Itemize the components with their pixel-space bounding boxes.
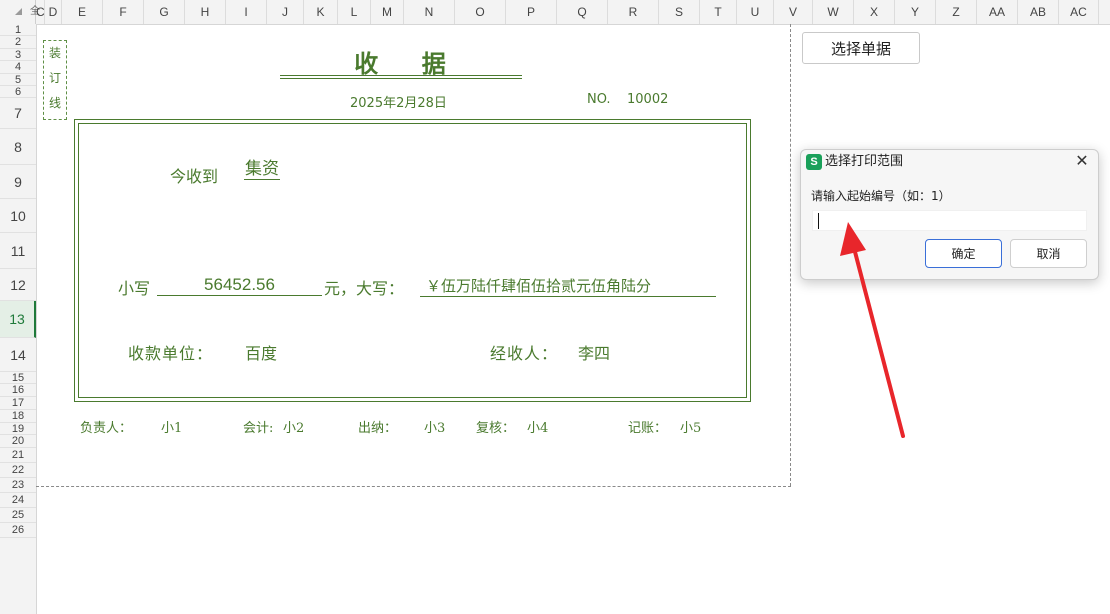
column-header-cell[interactable]: Y — [895, 0, 936, 24]
row-header-cell[interactable]: 9 — [0, 165, 36, 199]
binding-line-box: 装 订 线 — [43, 40, 67, 120]
amount-small-label: 小写 — [118, 279, 151, 298]
column-header-cell[interactable]: U — [737, 0, 774, 24]
receipt-no-label: NO. — [587, 92, 611, 107]
row-header-cell[interactable]: 23 — [0, 478, 36, 493]
row-header-cell[interactable]: 20 — [0, 435, 36, 448]
row-header-cell[interactable]: 19 — [0, 423, 36, 435]
row-header-cell[interactable]: 26 — [0, 523, 36, 538]
row-header-cell[interactable]: 11 — [0, 233, 36, 269]
column-header-cell[interactable]: W — [813, 0, 854, 24]
column-header-cell[interactable]: AA — [977, 0, 1018, 24]
received-from-label: 今收到 — [170, 167, 219, 186]
row-header-cell[interactable]: 5 — [0, 74, 36, 86]
column-header-cell[interactable]: L — [338, 0, 371, 24]
row-header-cell[interactable]: 2 — [0, 36, 36, 49]
row-header-cell[interactable]: 15 — [0, 372, 36, 384]
sig-accountant-label: 会计: — [243, 421, 274, 436]
page-break-horizontal — [36, 486, 791, 487]
row-header-cell[interactable]: 4 — [0, 61, 36, 74]
row-header-cell[interactable]: 7 — [0, 98, 36, 129]
column-header-cell[interactable]: I — [226, 0, 267, 24]
sig-responsible-label: 负责人： — [80, 421, 133, 436]
column-header-cell[interactable]: G — [144, 0, 185, 24]
column-header-cell[interactable]: K — [304, 0, 338, 24]
select-all-triangle-icon — [15, 8, 22, 15]
dialog-prompt: 请输入起始编号（如：1） — [811, 189, 951, 203]
row-header-cell[interactable]: 1 — [0, 24, 36, 36]
row-header-cell[interactable]: 16 — [0, 384, 36, 397]
column-header-cell[interactable]: R — [608, 0, 659, 24]
select-all-corner[interactable]: 全 — [0, 0, 40, 24]
row-header-cell[interactable]: 25 — [0, 508, 36, 523]
binding-char: 装 — [48, 46, 61, 60]
handler-value: 李四 — [578, 344, 611, 363]
row-header-cell[interactable]: 13 — [0, 301, 36, 338]
dialog-title: 选择打印范围 — [825, 154, 904, 169]
amount-value: 56452.56 — [157, 275, 322, 296]
column-header-cell[interactable]: C — [36, 0, 45, 24]
column-header-cell[interactable]: M — [371, 0, 404, 24]
text-caret — [818, 213, 819, 229]
received-from-value: 集资 — [244, 159, 280, 180]
column-header-cell[interactable]: Q — [557, 0, 608, 24]
row-header-cell[interactable]: 24 — [0, 493, 36, 508]
handler-label: 经收人： — [490, 344, 559, 363]
row-header-cell[interactable]: 10 — [0, 199, 36, 233]
column-header-cell[interactable]: F — [103, 0, 144, 24]
title-underline — [280, 78, 522, 79]
row-header-cell[interactable]: 21 — [0, 448, 36, 463]
row-header-cell[interactable]: 18 — [0, 410, 36, 423]
row-header-cell[interactable]: 8 — [0, 129, 36, 165]
sig-reviewer-label: 复核： — [476, 421, 516, 436]
row-header-cell[interactable]: 14 — [0, 338, 36, 372]
payee-unit-value: 百度 — [245, 344, 278, 363]
column-header-cell[interactable]: V — [774, 0, 813, 24]
amount-words-label: 元，大写： — [324, 279, 405, 298]
payee-unit-label: 收款单位： — [128, 344, 214, 363]
ok-button[interactable]: 确定 — [925, 239, 1002, 268]
receipt-title: 收 据 — [354, 49, 448, 78]
row-header-cell[interactable]: 3 — [0, 49, 36, 61]
column-header-cell[interactable]: X — [854, 0, 895, 24]
amount-words-value: ￥伍万陆仟肆佰伍拾贰元伍角陆分 — [420, 277, 716, 297]
app-logo-icon: S — [806, 154, 822, 170]
row-header-cell[interactable]: 12 — [0, 269, 36, 301]
column-header-cell[interactable]: T — [700, 0, 737, 24]
receipt-no-value: 10002 — [627, 92, 669, 107]
sig-reviewer-value: 小4 — [527, 421, 549, 436]
title-underline — [280, 75, 522, 76]
row-header-cell[interactable]: 17 — [0, 397, 36, 410]
close-icon[interactable]: ✕ — [1074, 152, 1090, 170]
row-header-cell[interactable]: 6 — [0, 86, 36, 98]
select-receipt-button[interactable]: 选择单据 — [802, 32, 920, 64]
sig-accountant-value: 小2 — [283, 421, 305, 436]
sig-bookkeeper-value: 小5 — [680, 421, 702, 436]
annotation-arrow-icon — [840, 222, 905, 438]
page-break-vertical — [790, 24, 791, 486]
row-header-cell[interactable]: 22 — [0, 463, 36, 478]
column-header-cell[interactable]: Z — [936, 0, 977, 24]
receipt-date: 2025年2月28日 — [350, 96, 447, 111]
sig-cashier-value: 小3 — [424, 421, 446, 436]
sig-bookkeeper-label: 记账： — [628, 421, 668, 436]
column-header-cell[interactable]: N — [404, 0, 455, 24]
column-header: 全 C D E F G H I J K L M N O P Q R S T U V W X Y Z AA AB AC — [0, 0, 1110, 25]
sig-cashier-label: 出纳： — [358, 421, 398, 436]
column-header-cell[interactable]: P — [506, 0, 557, 24]
column-header-cell[interactable]: D — [45, 0, 62, 24]
column-header-cell[interactable]: H — [185, 0, 226, 24]
column-header-cell[interactable]: S — [659, 0, 700, 24]
column-header-cell[interactable]: O — [455, 0, 506, 24]
column-header-cell[interactable]: J — [267, 0, 304, 24]
binding-char: 线 — [48, 96, 61, 110]
binding-char: 订 — [48, 71, 61, 85]
sig-responsible-value: 小1 — [161, 421, 183, 436]
cancel-button[interactable]: 取消 — [1010, 239, 1087, 268]
column-header-cell[interactable]: E — [62, 0, 103, 24]
column-header-cell[interactable]: AB — [1018, 0, 1059, 24]
row-header: 1 2 3 4 5 6 7 8 9 10 11 12 13 14 15 16 17 18 19 20 21 22 23 24 2… — [0, 24, 37, 614]
column-header-cell[interactable]: AC — [1059, 0, 1099, 24]
